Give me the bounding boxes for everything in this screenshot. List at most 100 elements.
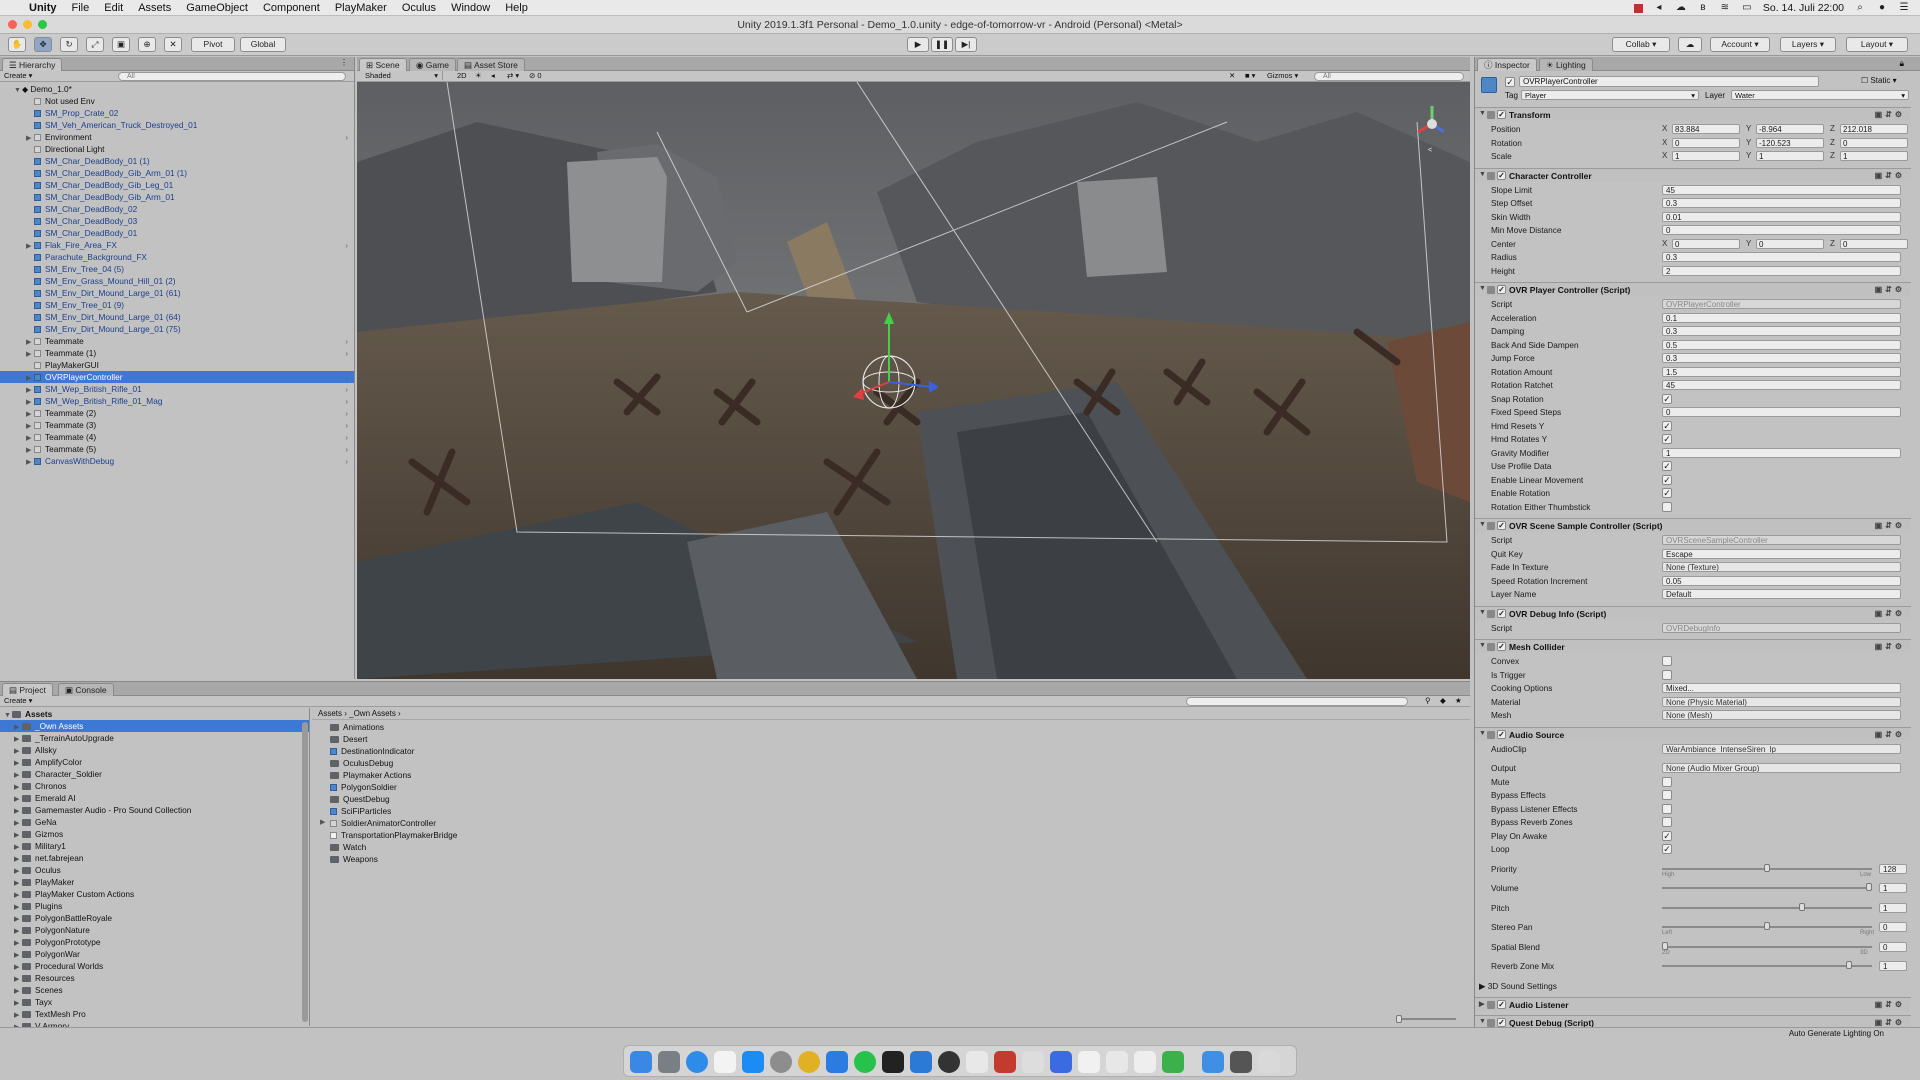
trash-icon[interactable] [1258, 1051, 1280, 1073]
project-file-item[interactable]: Watch [312, 841, 1470, 853]
zoom-window-button[interactable] [38, 20, 47, 29]
system-preferences-icon[interactable] [770, 1051, 792, 1073]
volume-icon[interactable]: ◂ [1653, 3, 1665, 13]
component-fold-icon[interactable]: ▶ [1479, 1000, 1484, 1008]
component-fold-icon[interactable]: ▼ [1479, 642, 1486, 649]
field-checkbox[interactable] [1662, 790, 1672, 800]
component-fold-icon[interactable]: ▼ [1479, 171, 1486, 178]
project-file-item[interactable]: Playmaker Actions [312, 769, 1470, 781]
vector-field[interactable]: 1 [1840, 151, 1908, 161]
component-menu-icons[interactable]: ▣⇵⚙ [1875, 521, 1905, 530]
field-value[interactable]: 0.3 [1662, 252, 1901, 262]
menu-gameobject[interactable]: GameObject [186, 2, 248, 14]
component-menu-icons[interactable]: ▣⇵⚙ [1875, 110, 1905, 119]
expand-arrow-icon[interactable]: › [345, 419, 348, 431]
hierarchy-item[interactable]: SM_Env_Tree_04 (5) [0, 263, 354, 275]
cloud-button[interactable]: ☁ [1678, 37, 1702, 52]
vector-field[interactable]: 0 [1840, 238, 1908, 249]
vscode-icon[interactable] [910, 1051, 932, 1073]
terminal-icon[interactable] [882, 1051, 904, 1073]
tab-hierarchy[interactable]: ☰ Hierarchy [2, 58, 63, 71]
scene-search-input[interactable]: All [1314, 72, 1464, 81]
vector-field[interactable]: 0 [1672, 137, 1740, 148]
field-value[interactable]: 0.1 [1662, 312, 1901, 323]
project-folder-item[interactable]: ▶ Gamemaster Audio - Pro Sound Collection [0, 804, 309, 816]
component-enabled-checkbox[interactable]: ✓ [1497, 642, 1506, 651]
calendar-icon[interactable] [714, 1051, 736, 1073]
project-folder-item[interactable]: ▶ Allsky [0, 744, 309, 756]
menu-component[interactable]: Component [263, 2, 320, 14]
mail-icon[interactable] [1106, 1051, 1128, 1073]
3d-sound-settings-foldout[interactable]: ▶ 3D Sound Settings [1475, 980, 1911, 993]
hierarchy-item[interactable]: SM_Env_Tree_01 (9) [0, 299, 354, 311]
project-folder-item[interactable]: ▶V Armory [0, 1020, 309, 1027]
slider-track[interactable] [1662, 922, 1872, 930]
downloads-folder-icon[interactable] [1202, 1051, 1224, 1073]
hierarchy-item[interactable]: ▶ Teammate (2) › [0, 407, 354, 419]
expand-arrow-icon[interactable]: › [345, 371, 348, 383]
field-checkbox[interactable]: ✓ [1662, 434, 1672, 444]
icon-size-slider[interactable] [1396, 1015, 1456, 1023]
menubar-datetime[interactable]: So. 14. Juli 22:00 [1763, 2, 1844, 14]
project-folder-item[interactable]: ▶ PlayMaker Custom Actions [0, 888, 309, 900]
expand-arrow-icon[interactable]: › [345, 347, 348, 359]
tree-scrollbar[interactable] [302, 722, 308, 1022]
expand-arrow-icon[interactable]: › [345, 443, 348, 455]
hidden-objects-icon[interactable]: ⊘ 0 [529, 71, 542, 80]
expand-arrow-icon[interactable]: › [345, 239, 348, 251]
component-enabled-checkbox[interactable]: ✓ [1497, 999, 1506, 1009]
layer-dropdown[interactable]: Water ▾ [1731, 90, 1909, 100]
project-folder-item[interactable]: ▶ PolygonWar [0, 948, 309, 960]
component-menu-icons[interactable]: ▣⇵⚙ [1875, 285, 1905, 294]
field-checkbox[interactable]: ✓ [1662, 474, 1672, 485]
hierarchy-item[interactable]: SM_Char_DeadBody_01 (1) [0, 155, 354, 167]
field-value[interactable]: 1.5 [1662, 366, 1901, 377]
hierarchy-item[interactable]: SM_Env_Dirt_Mound_Large_01 (64) [0, 311, 354, 323]
slider-value-field[interactable]: 1 [1879, 902, 1907, 913]
field-checkbox[interactable]: ✓ [1662, 461, 1672, 471]
project-folder-item[interactable]: ▶ Plugins [0, 900, 309, 912]
hierarchy-item[interactable]: SM_Char_DeadBody_Gib_Leg_01 [0, 179, 354, 191]
field-value[interactable]: 0 [1662, 225, 1901, 235]
field-checkbox[interactable]: ✓ [1662, 830, 1672, 841]
field-checkbox[interactable] [1662, 669, 1672, 680]
menu-app[interactable]: Unity [29, 2, 57, 14]
hierarchy-item[interactable]: ▶ Teammate (3) › [0, 419, 354, 431]
tab-project[interactable]: ▤ Project [2, 683, 53, 696]
field-value[interactable]: None (Mesh) [1662, 710, 1901, 720]
field-checkbox[interactable] [1662, 656, 1672, 666]
rotate-tool-icon[interactable]: ↻ [60, 37, 78, 52]
vector-field[interactable]: 0 [1756, 238, 1824, 249]
field-value[interactable]: 2 [1662, 265, 1901, 276]
field-value[interactable]: 45 [1662, 380, 1901, 390]
project-folder-item[interactable]: ▶ AmplifyColor [0, 756, 309, 768]
menu-help[interactable]: Help [505, 2, 528, 14]
wifi-icon[interactable]: ≋ [1719, 3, 1731, 13]
project-folder-item[interactable]: ▶ Procedural Worlds [0, 960, 309, 972]
project-file-item[interactable]: SciFiParticles [312, 805, 1470, 817]
component-fold-icon[interactable]: ▼ [1479, 1018, 1486, 1025]
slider-value-field[interactable]: 0 [1879, 941, 1907, 952]
project-folder-item[interactable]: ▶ Tayx [0, 996, 309, 1008]
component-fold-icon[interactable]: ▼ [1479, 285, 1486, 292]
scene-root[interactable]: ▼◆ Demo_1.0* [0, 83, 354, 95]
pause-button[interactable]: ❚❚ [931, 37, 953, 52]
slider-thumb[interactable] [1846, 961, 1852, 969]
slider-track[interactable] [1662, 961, 1872, 969]
field-value[interactable]: Mixed... [1662, 683, 1901, 693]
field-checkbox[interactable] [1662, 803, 1672, 814]
field-checkbox[interactable]: ✓ [1662, 420, 1672, 431]
slider-thumb[interactable] [1866, 883, 1872, 891]
project-folder-item[interactable]: ▶ Character_Soldier [0, 768, 309, 780]
ovr-player-controller-component[interactable]: ▼ ✓ OVR Player Controller (Script) ▣⇵⚙ [1475, 282, 1911, 296]
hierarchy-item[interactable]: SM_Char_DeadBody_03 [0, 215, 354, 227]
step-button[interactable]: ▶| [955, 37, 977, 52]
tab-inspector[interactable]: ⓘ Inspector [1477, 58, 1537, 71]
field-value[interactable]: 0.3 [1662, 198, 1901, 208]
project-folder-item[interactable]: ▶ PolygonPrototype [0, 936, 309, 948]
slider-value-field[interactable]: 128 [1879, 863, 1907, 874]
expand-arrow-icon[interactable]: › [345, 383, 348, 395]
unity-editor-icon[interactable] [1134, 1051, 1156, 1073]
slider-thumb[interactable] [1799, 902, 1805, 911]
vector-field[interactable]: 83.884 [1672, 124, 1740, 134]
